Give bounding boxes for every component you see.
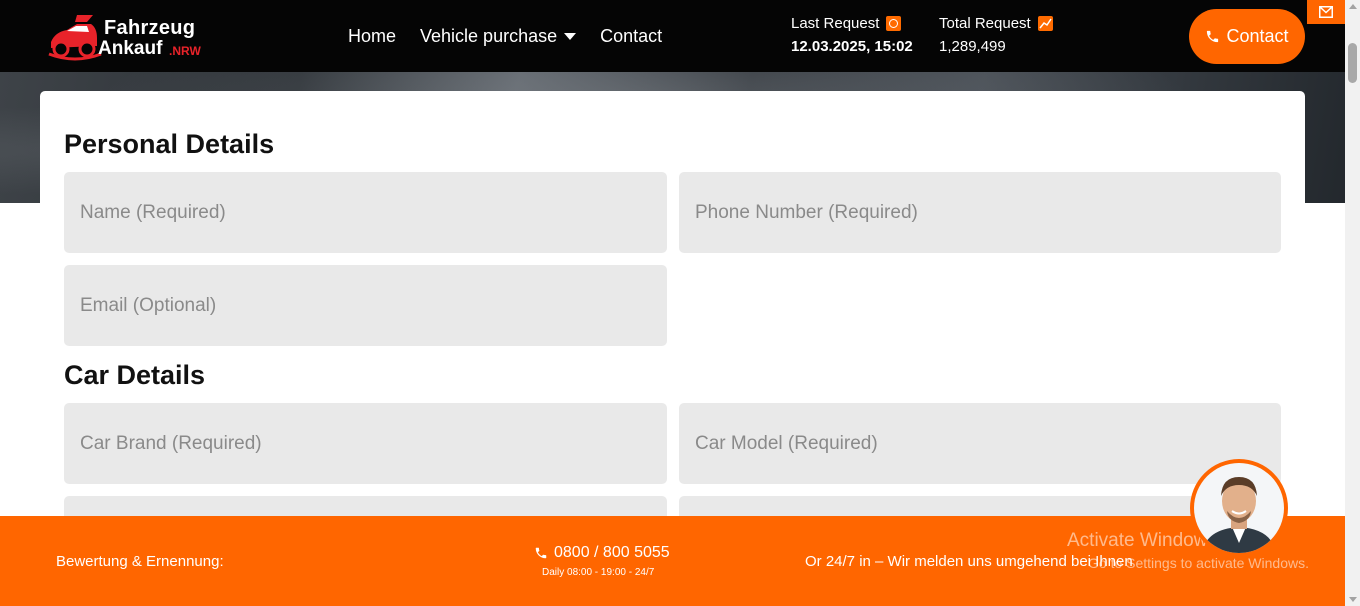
windows-watermark-subtitle: Go to Settings to activate Windows. xyxy=(1088,555,1309,571)
logo-text-primary: Fahrzeug xyxy=(104,17,196,39)
nav-vehicle-purchase[interactable]: Vehicle purchase xyxy=(420,26,577,47)
name-input[interactable] xyxy=(64,172,667,253)
nav-vehicle-purchase-label: Vehicle purchase xyxy=(420,26,558,46)
site-logo[interactable]: Fahrzeug Ankauf .NRW xyxy=(47,10,212,62)
personal-details-title: Personal Details xyxy=(64,129,275,159)
footer-rating-text: Bewertung & Ernennung: xyxy=(56,553,224,570)
person-icon xyxy=(1202,477,1276,553)
page-scrollbar[interactable] xyxy=(1345,0,1360,606)
last-request-label: Last Request xyxy=(791,15,880,32)
request-form-card: Personal Details Car Details xyxy=(40,91,1305,577)
car-model-input[interactable] xyxy=(679,403,1281,484)
windows-watermark-title: Activate Windows xyxy=(1067,530,1217,551)
nav-home[interactable]: Home xyxy=(348,26,396,47)
car-brand-input[interactable] xyxy=(64,403,667,484)
scroll-up-arrow-icon[interactable] xyxy=(1349,4,1357,9)
phone-input[interactable] xyxy=(679,172,1281,253)
last-request-stat: Last Request 12.03.2025, 15:02 xyxy=(791,15,913,55)
contact-button-label: Contact xyxy=(1226,26,1289,46)
phone-icon xyxy=(535,547,547,559)
agent-photo xyxy=(1194,463,1284,553)
scroll-down-arrow-icon[interactable] xyxy=(1349,597,1357,602)
phone-icon xyxy=(1207,30,1219,43)
nav-contact[interactable]: Contact xyxy=(600,26,662,47)
footer-callback-text: Or 24/7 in – Wir melden uns umgehend bei… xyxy=(805,553,1133,570)
mail-tab[interactable] xyxy=(1307,0,1345,24)
scrollbar-thumb[interactable] xyxy=(1348,43,1357,83)
site-header: Fahrzeug Ankauf .NRW Home Vehicle purcha… xyxy=(0,0,1345,72)
email-input[interactable] xyxy=(64,265,667,346)
main-nav: Home Vehicle purchase Contact xyxy=(348,26,686,47)
car-logo-icon xyxy=(48,15,102,61)
car-details-title: Car Details xyxy=(64,360,206,390)
footer-phone-link[interactable]: 0800 / 800 5055 xyxy=(534,544,670,562)
footer-hours: Daily 08:00 - 19:00 - 24/7 xyxy=(542,567,655,578)
mail-icon xyxy=(1319,6,1333,18)
total-request-value: 1,289,499 xyxy=(939,38,1006,55)
total-request-stat: Total Request 1,289,499 xyxy=(939,15,1053,55)
total-request-label: Total Request xyxy=(939,15,1031,32)
trend-icon xyxy=(1037,16,1053,31)
clock-icon xyxy=(886,16,902,31)
contact-button[interactable]: Contact xyxy=(1189,9,1305,64)
footer-phone-number: 0800 / 800 5055 xyxy=(554,544,670,561)
logo-text-secondary: Ankauf xyxy=(98,38,163,59)
caret-down-icon xyxy=(564,33,577,40)
last-request-value: 12.03.2025, 15:02 xyxy=(791,38,913,55)
logo-text-suffix: .NRW xyxy=(169,44,201,58)
support-agent-avatar[interactable] xyxy=(1190,459,1288,557)
